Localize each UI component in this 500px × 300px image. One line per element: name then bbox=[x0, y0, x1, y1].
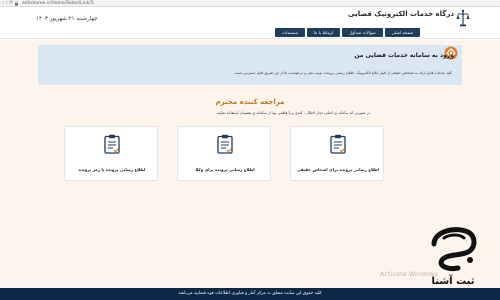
current-date: چهارشنبه ۲۱ شهریور ۱۴۰۳ bbox=[36, 16, 98, 22]
browser-nav-buttons[interactable]: ‹ › ⟳ bbox=[2, 0, 13, 7]
nav-documents[interactable]: مستندات bbox=[275, 28, 305, 37]
site-title: درگاه خدمات الکترونیک قضایی bbox=[348, 10, 454, 18]
page: ‹ › ⟳ adlisharee.ir/Home/SelectLink/5 در… bbox=[0, 0, 500, 300]
card-case-password[interactable]: اطلاع رسانی پرونده با رمز پرونده bbox=[64, 126, 158, 181]
card-label: اطلاع رسانی پرونده با رمز پرونده bbox=[78, 167, 146, 172]
address-url[interactable]: adlisharee.ir/Home/SelectLink/5 bbox=[22, 0, 94, 7]
judiciary-emblem-icon bbox=[456, 9, 470, 27]
clipboard-icon bbox=[330, 134, 346, 154]
intro-box bbox=[38, 45, 462, 85]
intro-description: کلیه خدمات قابل ارائه به اشخاص حقیقی از … bbox=[233, 71, 452, 75]
page-footer: کلیه حقوق این سایت متعلق به مرکز آمار و … bbox=[0, 288, 500, 300]
nav-faq[interactable]: سوالات متداول bbox=[342, 28, 383, 37]
section-description: در صورتی که سامانه ی اصلی دچار اختلال ، … bbox=[216, 111, 370, 115]
svg-text:ثبت آشنا: ثبت آشنا bbox=[431, 274, 474, 287]
clipboard-icon bbox=[104, 134, 120, 154]
intro-title[interactable]: ورود به سامانه خدمات قضایی من bbox=[354, 52, 454, 59]
card-label: اطلاع رسانی پرونده برای اشخاص حقیقی bbox=[296, 167, 380, 172]
clipboard-icon bbox=[217, 134, 233, 154]
site-header: درگاه خدمات الکترونیک قضایی چهارشنبه ۲۱ … bbox=[0, 7, 500, 39]
card-natural-persons[interactable]: اطلاع رسانی پرونده برای اشخاص حقیقی bbox=[290, 126, 384, 181]
nav-contact[interactable]: ارتباط با ما bbox=[306, 28, 341, 37]
section-title: مراجعه کننده محترم bbox=[215, 98, 285, 106]
nav-home[interactable]: صفحه اصلی bbox=[384, 28, 421, 37]
lock-icon bbox=[15, 1, 18, 6]
main-nav: صفحه اصلی سوالات متداول ارتباط با ما مست… bbox=[273, 28, 421, 37]
card-label: اطلاع رسانی پرونده برای وکلا bbox=[195, 167, 255, 172]
card-lawyers[interactable]: اطلاع رسانی پرونده برای وکلا bbox=[177, 126, 271, 181]
footer-copyright: کلیه حقوق این سایت متعلق به مرکز آمار و … bbox=[178, 291, 322, 296]
browser-address-bar: ‹ › ⟳ adlisharee.ir/Home/SelectLink/5 bbox=[0, 0, 500, 7]
